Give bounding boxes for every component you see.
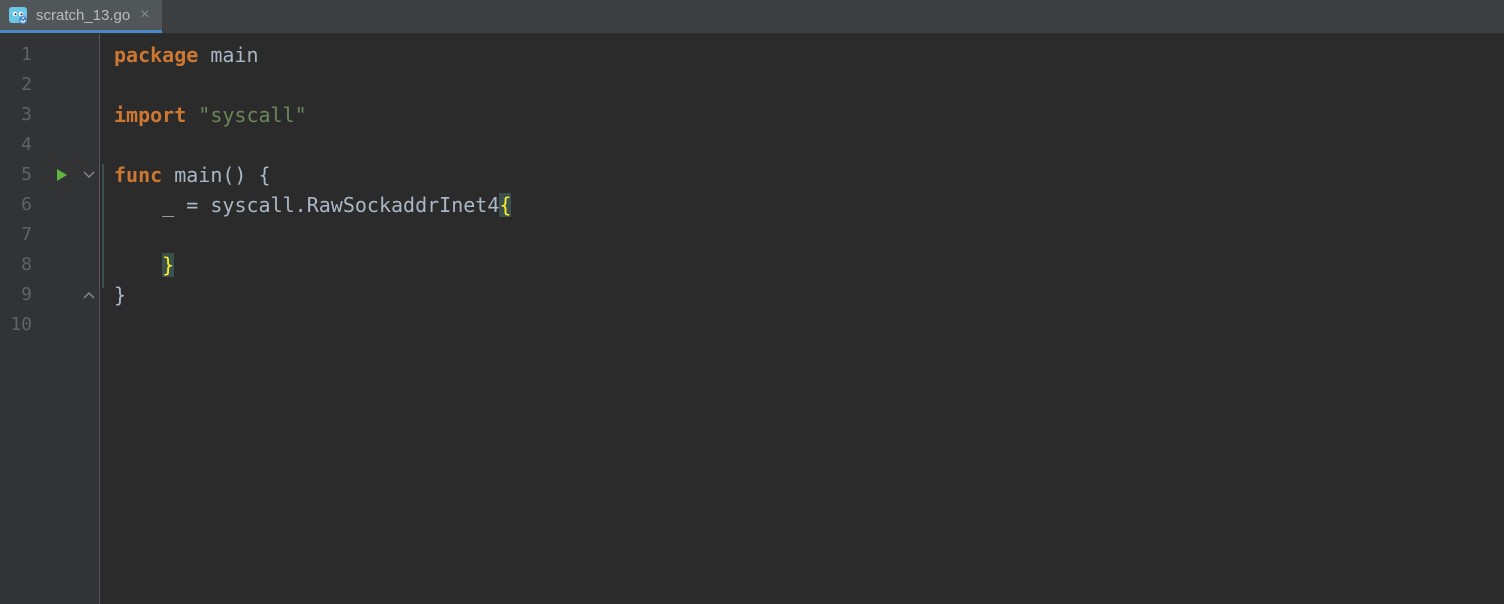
tab-bar: scratch_13.go × — [0, 0, 1504, 34]
code-line — [114, 310, 1504, 340]
code-line — [114, 130, 1504, 160]
line-number: 8 — [0, 250, 46, 280]
code-line: package main — [114, 40, 1504, 70]
matched-brace: } — [162, 253, 174, 277]
go-file-icon — [8, 5, 28, 25]
line-number: 7 — [0, 220, 46, 250]
code-line: _ = syscall.RawSockaddrInet4{ — [114, 190, 1504, 220]
fold-end-icon[interactable] — [78, 280, 99, 310]
line-number: 6 — [0, 190, 46, 220]
file-tab[interactable]: scratch_13.go × — [0, 0, 162, 33]
code-line: func main() { — [114, 160, 1504, 190]
line-number: 5 — [0, 160, 46, 190]
matched-brace: { — [499, 193, 511, 217]
line-number: 2 — [0, 70, 46, 100]
line-number-gutter: 1 2 3 4 5 6 7 8 9 10 — [0, 34, 46, 604]
code-line — [114, 70, 1504, 100]
fold-gutter — [78, 34, 100, 604]
run-gutter — [46, 34, 78, 604]
code-line: } — [114, 280, 1504, 310]
fold-start-icon[interactable] — [78, 160, 99, 190]
editor[interactable]: 1 2 3 4 5 6 7 8 9 10 package main import… — [0, 34, 1504, 604]
code-area[interactable]: package main import "syscall" func main(… — [100, 34, 1504, 604]
scope-indent-guide — [102, 164, 104, 288]
code-line: import "syscall" — [114, 100, 1504, 130]
line-number: 1 — [0, 40, 46, 70]
line-number: 9 — [0, 280, 46, 310]
code-line: } — [114, 250, 1504, 280]
tab-filename: scratch_13.go — [36, 7, 130, 24]
close-icon[interactable]: × — [138, 6, 151, 24]
line-number: 10 — [0, 310, 46, 340]
line-number: 3 — [0, 100, 46, 130]
code-line — [114, 220, 1504, 250]
run-icon[interactable] — [46, 160, 78, 190]
line-number: 4 — [0, 130, 46, 160]
